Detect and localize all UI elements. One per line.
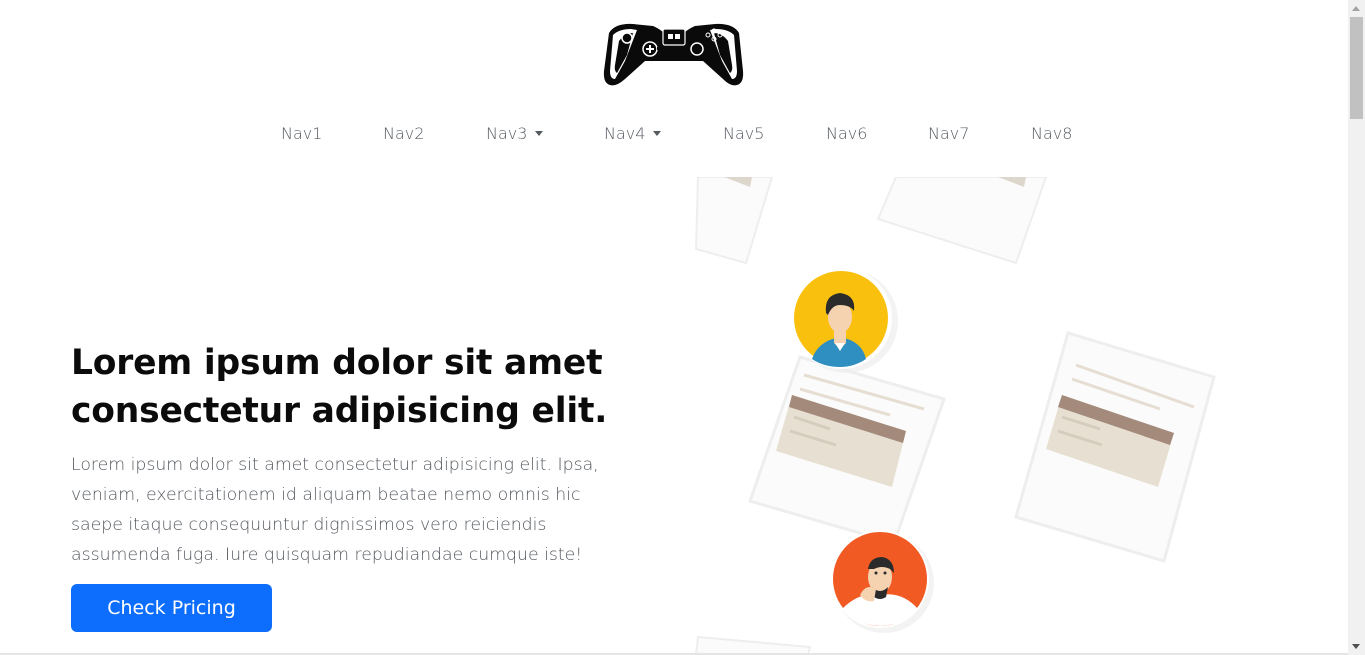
check-pricing-button[interactable]: Check Pricing [71,584,272,632]
document-card-icon [876,177,1048,265]
nav-item-5[interactable]: Nav5 [723,120,764,148]
nav-item-label: Nav7 [928,124,970,143]
nav-item-label: Nav1 [281,124,323,143]
nav-item-label: Nav6 [826,124,868,143]
user-avatar-icon [831,530,934,633]
caret-down-icon [653,131,662,136]
nav-item-8[interactable]: Nav8 [1031,120,1072,148]
document-card-icon [694,177,774,265]
gamepad-logo-icon[interactable] [603,21,744,87]
hero-title: Lorem ipsum dolor sit amet consectetur a… [71,343,608,431]
document-card-icon [748,355,946,545]
nav-item-label: Nav5 [723,124,765,143]
nav-item-7[interactable]: Nav7 [928,120,969,148]
nav-item-6[interactable]: Nav6 [826,120,867,148]
nav-item-2[interactable]: Nav2 [383,120,424,148]
nav-item-label: Nav8 [1031,124,1073,143]
user-avatar-icon [790,267,898,373]
caret-down-icon [535,131,544,136]
nav-item-label: Nav3 [486,124,528,143]
nav-item-1[interactable]: Nav1 [281,120,322,148]
nav-item-4-dropdown[interactable]: Nav4 [604,120,662,148]
nav-item-label: Nav2 [383,124,425,143]
main-nav: Nav1 Nav2 Nav3 Nav4 Nav5 Nav6 Nav7 Nav8 [0,120,1348,148]
vertical-scrollbar[interactable] [1348,0,1365,655]
page: Nav1 Nav2 Nav3 Nav4 Nav5 Nav6 Nav7 Nav8 … [0,0,1348,655]
hero-illustration [694,177,1216,655]
scroll-down-arrow-icon[interactable] [1352,644,1360,649]
scroll-up-arrow-icon[interactable] [1352,6,1360,11]
scrollbar-thumb[interactable] [1350,17,1363,119]
hero-description: Lorem ipsum dolor sit amet consectetur a… [71,455,599,565]
nav-item-label: Nav4 [604,124,646,143]
nav-item-3-dropdown[interactable]: Nav3 [486,120,544,148]
document-card-icon [1014,331,1216,563]
